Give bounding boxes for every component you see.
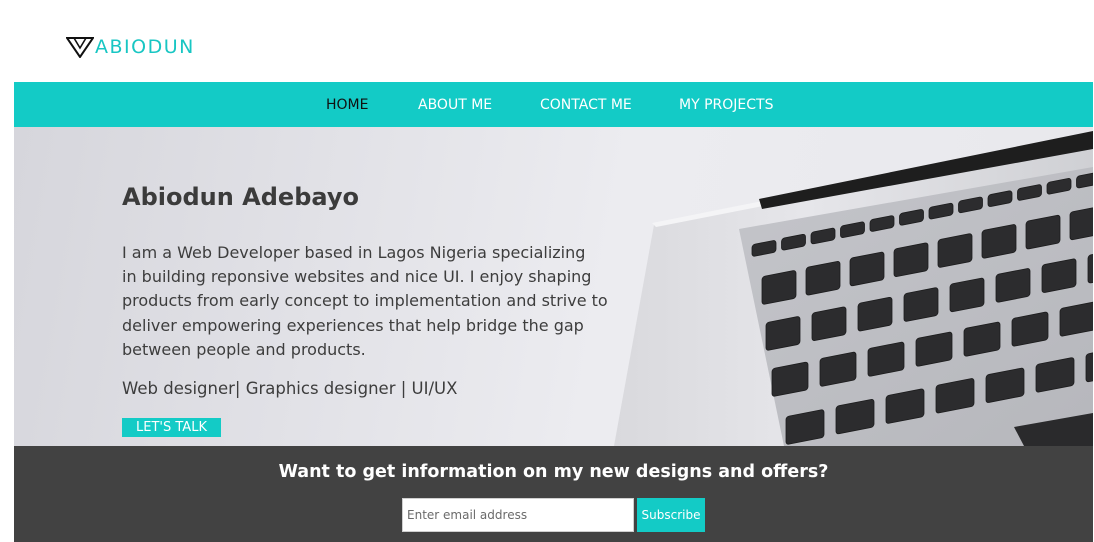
hero-roles: Web designer| Graphics designer | UI/UX bbox=[122, 379, 458, 398]
bio-line: in building reponsive websites and nice … bbox=[122, 267, 592, 287]
brand-name: ABIODUN bbox=[95, 36, 195, 58]
nav-contact-me[interactable]: CONTACT ME bbox=[540, 96, 632, 114]
nav-home[interactable]: HOME bbox=[326, 96, 368, 114]
bio-line: I am a Web Developer based in Lagos Nige… bbox=[122, 243, 586, 262]
hero-bio: I am a Web Developer based in Lagos Nige… bbox=[122, 241, 622, 362]
nav-my-projects[interactable]: MY PROJECTS bbox=[679, 96, 773, 114]
hero-section: Abiodun Adebayo I am a Web Developer bas… bbox=[14, 127, 1093, 446]
main-navigation: HOME ABOUT ME CONTACT ME MY PROJECTS bbox=[14, 82, 1093, 127]
lets-talk-button[interactable]: LET'S TALK bbox=[122, 418, 221, 437]
newsletter-section: Want to get information on my new design… bbox=[14, 446, 1093, 542]
site-header: ABIODUN bbox=[0, 0, 1094, 82]
bio-line: between people and products. bbox=[122, 339, 366, 359]
email-input[interactable] bbox=[402, 498, 634, 532]
bio-line: deliver empowering experiences that help… bbox=[122, 315, 584, 335]
triangle-logo-icon bbox=[66, 37, 94, 58]
hero-name: Abiodun Adebayo bbox=[122, 183, 359, 211]
subscribe-button[interactable]: Subscribe bbox=[637, 498, 705, 532]
bio-line: products from early concept to implement… bbox=[122, 291, 608, 311]
nav-about-me[interactable]: ABOUT ME bbox=[418, 96, 492, 114]
newsletter-title: Want to get information on my new design… bbox=[278, 462, 829, 482]
site-logo[interactable]: ABIODUN bbox=[66, 36, 195, 58]
